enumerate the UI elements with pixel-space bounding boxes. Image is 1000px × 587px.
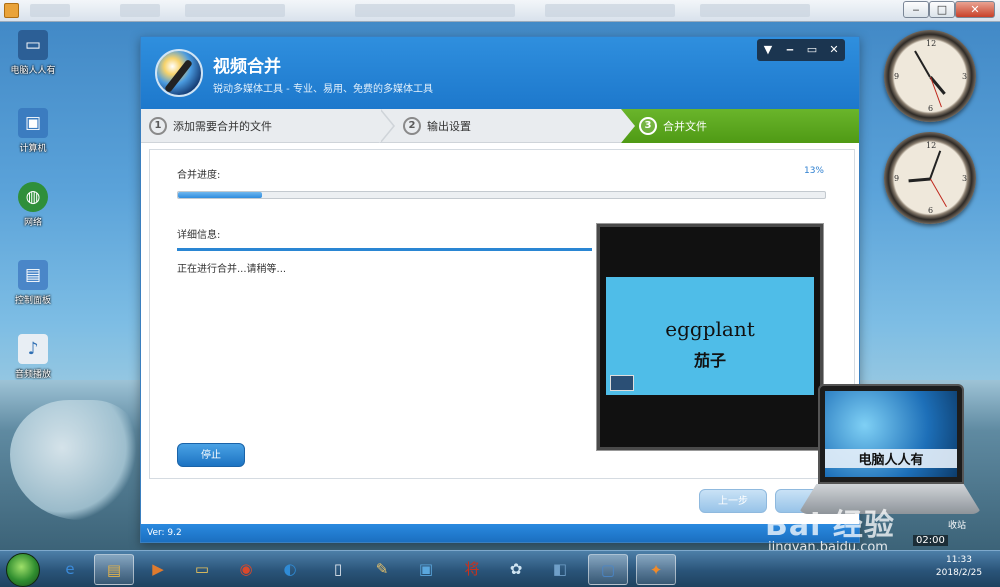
laptop-icon: ▭ <box>18 30 48 60</box>
taskbar-monitor-icon[interactable]: ▣ <box>406 554 446 585</box>
player-title-bar: ‒ □ ✕ <box>0 0 1000 22</box>
taskbar-chrome-icon[interactable]: ◉ <box>226 554 266 585</box>
minimize-button[interactable]: ‒ <box>903 1 929 18</box>
details-label: 详细信息: <box>177 230 221 241</box>
step-output-settings[interactable]: 2 输出设置 <box>395 109 620 143</box>
app-title-buttons: ▼ ‒ ▭ ✕ <box>757 39 845 61</box>
preview-slide: eggplant 茄子 <box>606 277 814 395</box>
step-number: 2 <box>403 117 421 135</box>
progress-percent: 13% <box>803 166 824 176</box>
blurred-tab <box>120 4 160 17</box>
desktop-icon-label: 网络 <box>23 218 42 228</box>
step-label: 添加需要合并的文件 <box>173 120 272 133</box>
computer-icon: ▣ <box>18 108 48 138</box>
app-subtitle: 锐动多媒体工具 - 专业、易用、免费的多媒体工具 <box>213 84 433 95</box>
control-panel-icon: ▤ <box>18 260 48 290</box>
blurred-tab <box>185 4 285 17</box>
app-maximize-icon[interactable]: ▭ <box>801 39 823 61</box>
desktop-icon-label: 控制面板 <box>14 296 51 306</box>
tray-clock[interactable]: 11:33 2018/2/25 <box>934 554 984 580</box>
stop-button[interactable]: 停止 <box>177 443 245 467</box>
taskbar-explorer-icon[interactable]: ▤ <box>94 554 134 585</box>
taskbar-document-icon[interactable]: ▯ <box>318 554 358 585</box>
app-title: 视频合并 <box>213 57 281 77</box>
close-button[interactable]: ✕ <box>955 1 995 18</box>
desktop-icon-control-panel[interactable]: ▤ 控制面板 <box>4 260 62 306</box>
tray-date: 2018/2/25 <box>935 568 983 578</box>
app-close-icon[interactable]: ✕ <box>823 39 845 61</box>
desktop-icon-network[interactable]: ◍ 网络 <box>4 182 62 228</box>
blurred-tab <box>355 4 515 17</box>
taskbar-ie-icon[interactable]: e <box>50 554 90 585</box>
taskbar-video-merge-icon[interactable]: ✦ <box>636 554 676 585</box>
previous-step-button[interactable]: 上一步 <box>699 489 767 513</box>
desktop-icon-audio[interactable]: ♪ 音频播放 <box>4 334 62 380</box>
audio-file-icon: ♪ <box>18 334 48 364</box>
video-preview: eggplant 茄子 <box>596 223 824 451</box>
details-divider <box>177 248 592 251</box>
taskbar-folder-icon[interactable]: ▭ <box>182 554 222 585</box>
laptop-brand-text: 电脑人人有 <box>825 449 957 468</box>
taskbar-display-icon[interactable]: ▢ <box>588 554 628 585</box>
tray-time: 11:33 <box>946 555 972 565</box>
preview-english-word: eggplant <box>665 317 755 341</box>
step-number: 1 <box>149 117 167 135</box>
details-message: 正在进行合并...请稍等... <box>177 264 287 275</box>
taskbar-browser-icon[interactable]: ◐ <box>270 554 310 585</box>
step-label: 合并文件 <box>663 120 707 133</box>
progress-label: 合并进度: <box>177 170 221 181</box>
blurred-tab <box>545 4 675 17</box>
app-header: 视频合并 锐动多媒体工具 - 专业、易用、免费的多媒体工具 ▼ ‒ ▭ ✕ <box>141 37 859 109</box>
wave-splash <box>10 400 140 520</box>
recording-timer: 02:00 <box>913 535 948 546</box>
player-app-icon <box>4 3 19 18</box>
version-status-bar: Ver: 9.2 <box>141 524 859 542</box>
preview-laptop-icon <box>610 375 634 391</box>
maximize-button[interactable]: □ <box>929 1 955 18</box>
taskbar-chess-icon[interactable]: 将 <box>452 554 492 585</box>
dropdown-menu-icon[interactable]: ▼ <box>757 39 779 61</box>
desktop-icon-label: 电脑人人有 <box>10 66 56 76</box>
clock-gadget-2[interactable]: 12 3 69 <box>884 132 976 224</box>
taskbar-window-icon[interactable]: ◧ <box>540 554 580 585</box>
taskbar-flower-icon[interactable]: ✿ <box>496 554 536 585</box>
video-merge-logo-icon <box>155 49 203 97</box>
step-label: 输出设置 <box>427 120 471 133</box>
blurred-tab <box>30 4 70 17</box>
taskbar: e ▤ ▶ ▭ ◉ ◐ ▯ ✎ ▣ 将 ✿ ◧ ▢ ✦ <box>0 550 1000 587</box>
app-minimize-icon[interactable]: ‒ <box>779 39 801 61</box>
taskbar-paint-icon[interactable]: ✎ <box>362 554 402 585</box>
blurred-tab <box>700 4 810 17</box>
laptop-overlay: 电脑人人有 <box>818 384 964 484</box>
preview-chinese-word: 茄子 <box>693 351 726 370</box>
baidu-watermark: Bai 经验 <box>765 508 895 543</box>
start-button-icon[interactable] <box>6 553 40 587</box>
wizard-steps: 1 添加需要合并的文件 2 输出设置 3 合并文件 <box>141 109 859 143</box>
taskbar-media-player-icon[interactable]: ▶ <box>138 554 178 585</box>
laptop-screen: 电脑人人有 <box>825 391 957 477</box>
desktop-icon-label: 计算机 <box>19 144 47 154</box>
network-icon: ◍ <box>18 182 48 212</box>
desktop-icon-computer[interactable]: ▣ 计算机 <box>4 108 62 154</box>
desktop-icon-label: 音频播放 <box>14 370 51 380</box>
desktop-icon-laptop[interactable]: ▭ 电脑人人有 <box>4 30 62 76</box>
step-add-files[interactable]: 1 添加需要合并的文件 <box>141 109 381 143</box>
progress-bar-fill <box>178 192 263 198</box>
collapse-label[interactable]: 收站 <box>948 518 966 531</box>
clock-gadget-1[interactable]: 12 3 69 <box>884 30 976 122</box>
step-number: 3 <box>639 117 657 135</box>
step-merge-files[interactable]: 3 合并文件 <box>621 109 859 143</box>
progress-bar <box>177 191 826 199</box>
